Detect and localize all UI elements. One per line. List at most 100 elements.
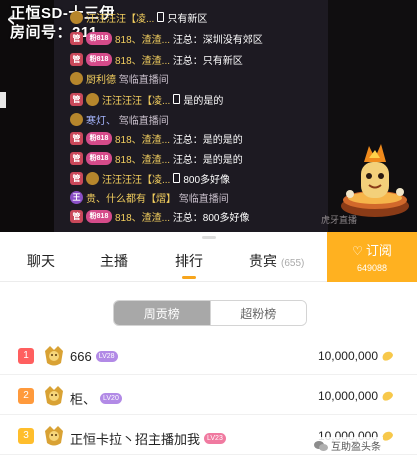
ranking-username: 柜、 [70, 392, 97, 407]
chat-username: 818、渣渣... [115, 154, 171, 166]
mobile-icon [173, 94, 181, 104]
chat-text: 只有新区 [167, 13, 208, 25]
chat-message: 管 汪汪汪汪【凌... 是的是的 [70, 91, 223, 107]
subscribe-label: 订阅 [365, 243, 392, 258]
chat-username: 寒灯、 [86, 115, 116, 127]
mobile-icon [173, 173, 181, 183]
ranking-score-row: 10,000,000 [317, 389, 395, 403]
chat-message: 管 粉818 818、渣渣... 汪总：深圳没有郊区 [70, 30, 263, 46]
user-crest-icon [45, 386, 63, 406]
chat-username: 汪汪汪汪【凌... [102, 174, 171, 186]
source-watermark-text: 互助盈头条 [331, 442, 381, 453]
chat-text: 驾临直播间 [118, 74, 169, 86]
chat-text: 汪总：是的是的 [172, 154, 243, 166]
mobile-icon [157, 12, 165, 22]
fan-badge: 粉818 [86, 31, 112, 45]
chat-message: 汪汪汪汪【凌... 只有新区 [70, 9, 207, 25]
chat-username: 贵、什么都有【熠】 [86, 193, 176, 205]
guild-crest-icon [70, 112, 83, 126]
fan-badge: 粉818 [86, 131, 112, 145]
ranking-score: 10,000,000 [317, 389, 378, 403]
chat-text: 汪总：800多好像 [172, 212, 250, 224]
level-badge: LV28 [95, 351, 118, 362]
noble-badge-icon: 王 [70, 190, 83, 204]
tab-host[interactable]: 主播 [100, 251, 128, 271]
chat-username: 818、渣渣... [115, 134, 171, 146]
chat-username: 汪汪汪汪【凌... [86, 13, 155, 25]
user-crest-icon [45, 346, 63, 366]
ranking-username-row: 正恒卡拉丶招主播加我 LV23 [70, 429, 226, 448]
hotpot-mascot-icon[interactable] [336, 140, 414, 220]
platform-watermark: 虎牙直播 [321, 215, 358, 225]
active-tab-indicator [182, 276, 196, 279]
chat-text: 汪总：只有新区 [172, 55, 243, 67]
heart-icon: ♡ [352, 244, 363, 258]
rank-number: 3 [18, 428, 34, 444]
level-badge: LV20 [100, 393, 122, 404]
chat-text: 汪总：是的是的 [172, 134, 243, 146]
ranking-row[interactable]: 2 柜、 LV20 10,000,000 [0, 377, 417, 415]
chat-text: 驾临直播间 [118, 115, 169, 127]
subscribe-label-row: ♡ 订阅 [327, 240, 417, 259]
ranking-username-row: 666 LV28 [70, 349, 118, 364]
chat-message: 管 粉818 818、渣渣... 汪总：是的是的 [70, 130, 243, 146]
ranking-username: 正恒卡拉丶招主播加我 [70, 432, 201, 447]
guild-crest-icon [70, 10, 83, 24]
chat-username: 厨利德 [86, 74, 116, 86]
ranking-score: 10,000,000 [317, 349, 378, 363]
admin-badge-icon: 管 [70, 209, 83, 223]
chat-message: 管 粉818 818、渣渣... 汪总：800多好像 [70, 208, 250, 224]
ranking-score-row: 10,000,000 [317, 349, 395, 363]
fan-badge: 粉818 [86, 52, 112, 66]
ranking-row[interactable]: 1 666 LV28 10,000,000 [0, 337, 417, 375]
chat-username: 818、渣渣... [115, 212, 171, 224]
tab-chat[interactable]: 聊天 [27, 251, 55, 271]
chat-text: 800多好像 [183, 174, 231, 186]
chat-username: 818、渣渣... [115, 34, 171, 46]
wechat-icon [314, 440, 328, 451]
chat-message: 管 汪汪汪汪【凌... 800多好像 [70, 170, 230, 186]
guild-crest-icon [86, 171, 99, 185]
tab-vip-label: 贵宾 [249, 253, 277, 269]
admin-badge-icon: 管 [70, 92, 83, 106]
fan-badge: 粉818 [86, 209, 112, 223]
chat-message: 寒灯、 驾临直播间 [70, 111, 169, 127]
chat-text: 是的是的 [183, 95, 224, 107]
gold-bean-icon [380, 349, 395, 363]
admin-badge-icon: 管 [70, 31, 83, 45]
admin-badge-icon: 管 [70, 171, 83, 185]
drag-handle[interactable] [202, 236, 216, 239]
ranking-username: 666 [70, 349, 92, 364]
chat-message: 管 粉818 818、渣渣... 汪总：只有新区 [70, 51, 243, 67]
subscriber-count: 649088 [356, 263, 388, 273]
source-watermark: 互助盈头条 [312, 437, 383, 454]
super-fans-tab[interactable]: 超粉榜 [209, 301, 306, 325]
admin-badge-icon: 管 [70, 151, 83, 165]
guild-crest-icon [86, 92, 99, 106]
live-video-area[interactable]: ‹ 正恒SD-十三伊 房间号：211 汪汪汪汪【凌... 只有新区 管 粉818… [0, 0, 417, 232]
ranking-username-row: 柜、 LV20 [70, 389, 122, 408]
admin-badge-icon: 管 [70, 52, 83, 66]
fan-badge: 粉818 [86, 151, 112, 165]
chat-username: 汪汪汪汪【凌... [102, 95, 171, 107]
chat-message: 管 粉818 818、渣渣... 汪总：是的是的 [70, 150, 243, 166]
rank-number: 1 [18, 348, 34, 364]
chat-message: 厨利德 驾临直播间 [70, 70, 169, 86]
vip-count: (655) [281, 258, 305, 269]
tab-rank[interactable]: 排行 [175, 251, 203, 271]
guild-crest-icon [70, 71, 83, 85]
chat-message: 王 贵、什么都有【熠】 驾临直播间 [70, 189, 229, 205]
tab-vip[interactable]: 贵宾 (655) [249, 251, 304, 271]
user-crest-icon [45, 426, 63, 446]
chat-text: 汪总：深圳没有郊区 [172, 34, 263, 46]
chat-username: 818、渣渣... [115, 55, 171, 67]
ranking-type-selector: 周贡榜 超粉榜 [113, 300, 307, 326]
level-badge: LV23 [204, 433, 226, 444]
subscribe-button[interactable]: ♡ 订阅 649088 [327, 232, 417, 282]
rank-number: 2 [18, 388, 34, 404]
side-indicator [0, 92, 6, 108]
admin-badge-icon: 管 [70, 131, 83, 145]
chat-text: 驾临直播间 [178, 193, 229, 205]
gold-bean-icon [380, 389, 395, 403]
weekly-contribution-tab[interactable]: 周贡榜 [114, 301, 210, 325]
